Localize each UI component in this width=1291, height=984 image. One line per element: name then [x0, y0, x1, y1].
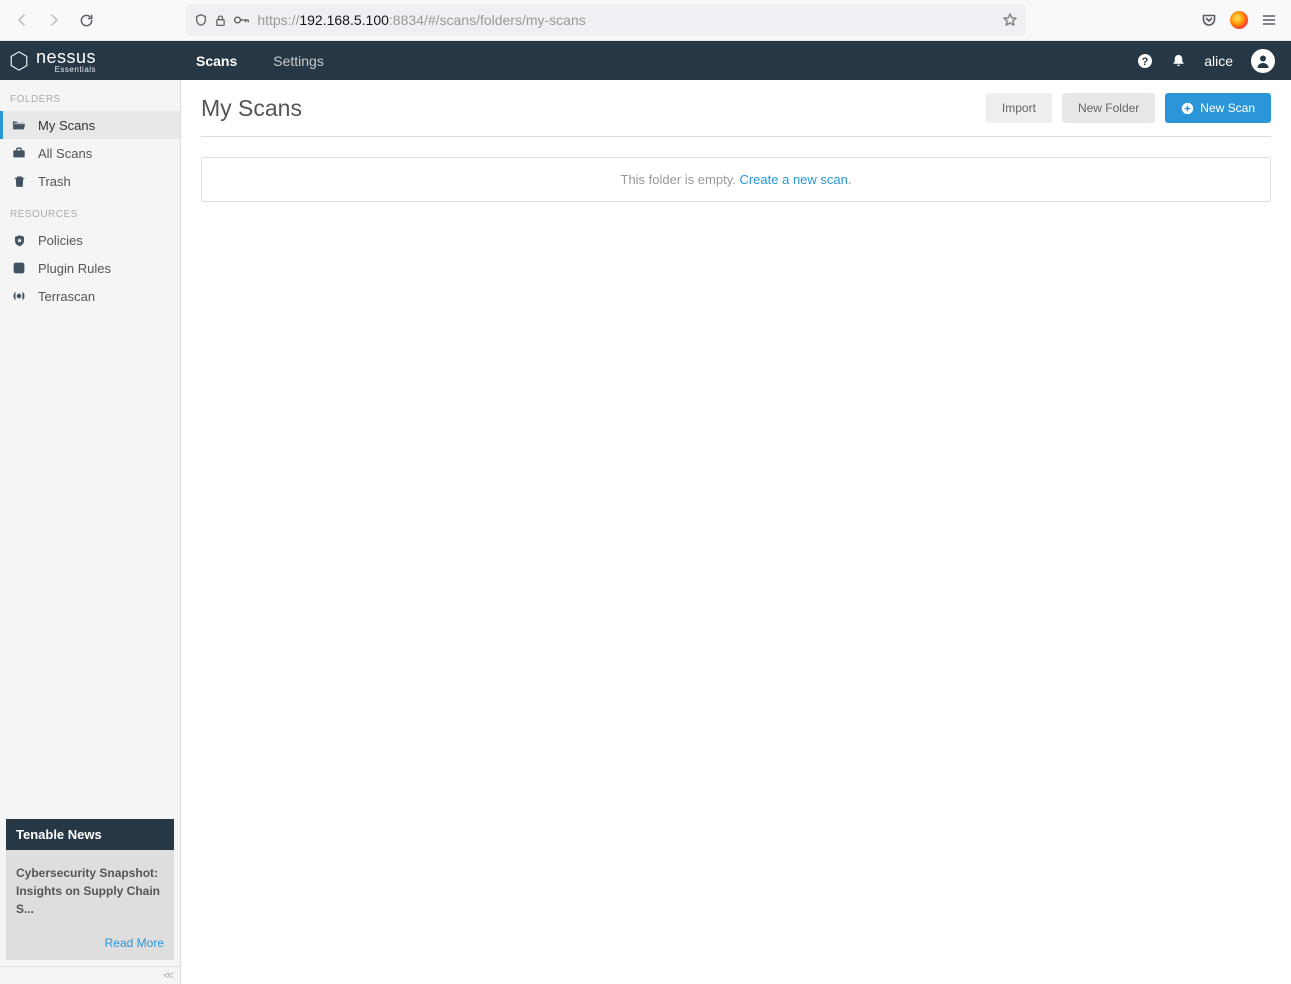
new-scan-button[interactable]: New Scan	[1165, 93, 1271, 123]
star-icon[interactable]	[1002, 12, 1018, 28]
sidebar-item-terrascan[interactable]: Terrascan	[0, 282, 180, 310]
create-scan-link[interactable]: Create a new scan	[739, 172, 847, 187]
sidebar-item-policies[interactable]: Policies	[0, 226, 180, 254]
logo[interactable]: nessus Essentials	[8, 48, 178, 74]
sidebar-item-label: Trash	[38, 174, 71, 189]
sidebar-item-trash[interactable]: Trash	[0, 167, 180, 195]
new-folder-button[interactable]: New Folder	[1062, 93, 1155, 123]
page-title: My Scans	[201, 95, 302, 122]
trash-icon	[12, 175, 26, 188]
browser-refresh-button[interactable]	[72, 6, 100, 34]
sidebar-item-label: Terrascan	[38, 289, 95, 304]
shield-icon	[12, 234, 26, 247]
main-nav: Scans Settings	[178, 41, 342, 80]
plus-circle-icon	[1181, 102, 1194, 115]
folder-open-icon	[12, 118, 26, 132]
firefox-icon[interactable]	[1225, 6, 1253, 34]
empty-folder-message: This folder is empty. Create a new scan.	[201, 157, 1271, 202]
url-text: https://192.168.5.100:8834/#/scans/folde…	[257, 12, 996, 28]
news-title[interactable]: Cybersecurity Snapshot: Insights on Supp…	[16, 864, 164, 918]
sidebar-item-my-scans[interactable]: My Scans	[0, 111, 180, 139]
pocket-icon[interactable]	[1195, 6, 1223, 34]
briefcase-icon	[12, 146, 26, 160]
page-header: My Scans Import New Folder New Scan	[201, 80, 1271, 137]
url-bar[interactable]: https://192.168.5.100:8834/#/scans/folde…	[186, 4, 1026, 36]
radar-icon	[12, 289, 26, 303]
sidebar-item-plugin-rules[interactable]: Plugin Rules	[0, 254, 180, 282]
sidebar-item-label: Plugin Rules	[38, 261, 111, 276]
app-header: nessus Essentials Scans Settings ? alice	[0, 41, 1291, 80]
key-icon	[233, 11, 251, 29]
shield-icon	[194, 13, 208, 27]
nav-scans[interactable]: Scans	[178, 41, 255, 80]
plugin-icon	[12, 261, 26, 275]
browser-forward-button[interactable]	[40, 6, 68, 34]
sidebar-section-folders: FOLDERS	[0, 80, 180, 111]
browser-chrome: https://192.168.5.100:8834/#/scans/folde…	[0, 0, 1291, 41]
logo-name: nessus	[36, 48, 96, 66]
sidebar-section-resources: RESOURCES	[0, 195, 180, 226]
avatar[interactable]	[1251, 49, 1275, 73]
news-card: Tenable News Cybersecurity Snapshot: Ins…	[6, 819, 174, 960]
news-header: Tenable News	[6, 819, 174, 850]
news-read-more[interactable]: Read More	[16, 936, 164, 950]
browser-back-button[interactable]	[8, 6, 36, 34]
svg-text:?: ?	[1142, 56, 1149, 68]
sidebar-item-label: My Scans	[38, 118, 95, 133]
username[interactable]: alice	[1204, 53, 1233, 69]
nav-settings[interactable]: Settings	[255, 41, 342, 80]
main-content: My Scans Import New Folder New Scan This…	[181, 80, 1291, 984]
import-button[interactable]: Import	[986, 93, 1052, 123]
logo-subtitle: Essentials	[36, 66, 96, 74]
sidebar-item-label: Policies	[38, 233, 83, 248]
bell-icon[interactable]	[1171, 53, 1186, 68]
logo-icon	[8, 50, 30, 72]
sidebar-item-label: All Scans	[38, 146, 92, 161]
hamburger-icon[interactable]	[1255, 6, 1283, 34]
help-icon[interactable]: ?	[1137, 53, 1153, 69]
new-scan-label: New Scan	[1200, 101, 1255, 115]
lock-icon	[214, 14, 227, 27]
sidebar: FOLDERS My Scans All Scans Trash RESOURC…	[0, 80, 181, 984]
sidebar-item-all-scans[interactable]: All Scans	[0, 139, 180, 167]
sidebar-collapse[interactable]: <<	[0, 966, 180, 984]
